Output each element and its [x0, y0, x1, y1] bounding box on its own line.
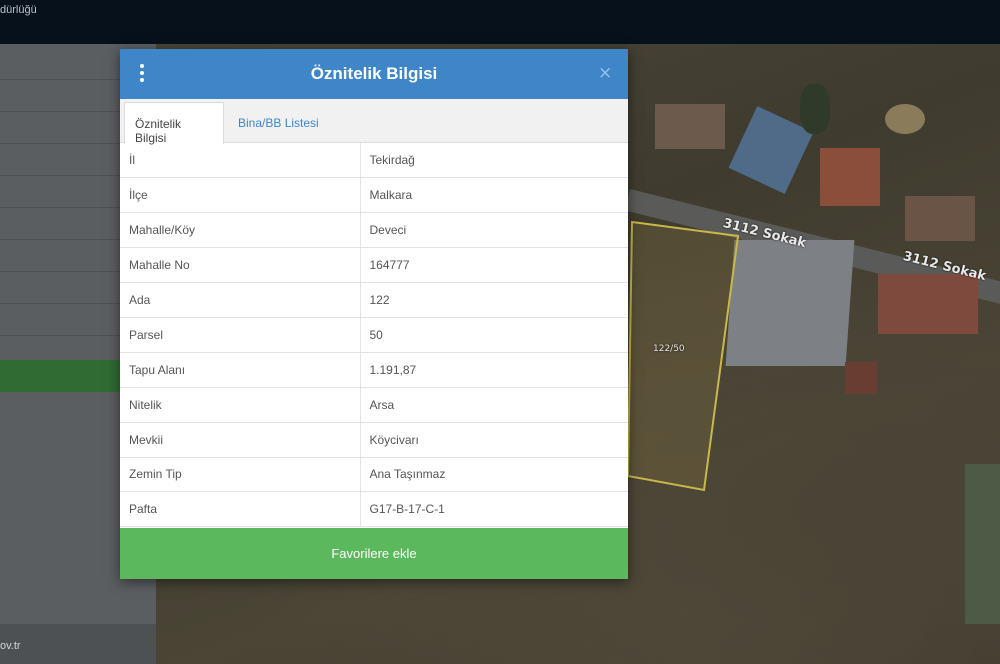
tab-building-list[interactable]: Bina/BB Listesi — [228, 102, 329, 144]
attribute-key: Zemin Tip — [120, 457, 361, 493]
table-row: İl Tekirdağ — [120, 143, 628, 179]
building — [878, 274, 978, 334]
attribute-info-dialog: Öznitelik Bilgisi × Öznitelik Bilgisi Bi… — [120, 49, 628, 579]
attribute-key: Ada — [120, 282, 361, 318]
attribute-key: Tapu Alanı — [120, 352, 361, 388]
attribute-value: Köycivarı — [360, 422, 628, 458]
attribute-key: Mahalle/Köy — [120, 212, 361, 249]
table-row: Parsel 50 — [120, 317, 628, 353]
footer-link[interactable]: ov.tr — [0, 640, 21, 652]
attribute-value: Deveci — [360, 212, 628, 249]
attribute-value: Tekirdağ — [360, 143, 628, 179]
attribute-value: 164777 — [360, 247, 628, 284]
attribute-value: Malkara — [360, 177, 628, 214]
table-row: Ada 122 — [120, 282, 628, 318]
app-title: dürlüğü — [0, 4, 37, 16]
attribute-value: Ana Taşınmaz — [360, 457, 628, 493]
table-row: Mahalle/Köy Deveci — [120, 212, 628, 249]
attribute-key: Parsel — [120, 317, 361, 353]
close-icon[interactable]: × — [598, 63, 612, 83]
top-bar: dürlüğü — [0, 0, 1000, 44]
dialog-title: Öznitelik Bilgisi — [310, 64, 438, 83]
building — [845, 362, 877, 394]
attribute-table: İl Tekirdağ İlçe Malkara Mahalle/Köy Deveci Ma… — [120, 143, 628, 528]
dialog-tabs: Öznitelik Bilgisi Bina/BB Listesi — [120, 99, 628, 145]
attribute-value: Arsa — [360, 387, 628, 423]
table-row: Mevkii Köycivarı — [120, 422, 628, 458]
parcel-outline[interactable] — [620, 214, 750, 494]
table-row: Mahalle No 164777 — [120, 247, 628, 284]
attribute-key: Mevkii — [120, 422, 361, 458]
attribute-key: İl — [120, 143, 361, 179]
building — [655, 104, 725, 149]
attribute-value: 122 — [360, 282, 628, 318]
attribute-key: Pafta — [120, 491, 361, 528]
building — [885, 104, 925, 134]
attribute-value: G17-B-17-C-1 — [360, 491, 628, 528]
table-row: Pafta G17-B-17-C-1 — [120, 491, 628, 528]
table-row: Tapu Alanı 1.191,87 — [120, 352, 628, 388]
dialog-header: Öznitelik Bilgisi × — [120, 49, 628, 99]
attribute-value: 50 — [360, 317, 628, 353]
tab-attribute-info[interactable]: Öznitelik Bilgisi — [124, 102, 224, 145]
field — [965, 464, 1000, 624]
attribute-value: 1.191,87 — [360, 352, 628, 388]
add-to-favorites-button[interactable]: Favorilere ekle — [120, 528, 628, 579]
building — [820, 148, 880, 206]
building — [905, 196, 975, 241]
attribute-key: Mahalle No — [120, 247, 361, 284]
tree — [800, 84, 830, 134]
table-row: Nitelik Arsa — [120, 387, 628, 423]
table-row: İlçe Malkara — [120, 177, 628, 214]
parcel-label: 122/50 — [653, 344, 685, 354]
attribute-key: İlçe — [120, 177, 361, 214]
attribute-key: Nitelik — [120, 387, 361, 423]
table-row: Zemin Tip Ana Taşınmaz — [120, 457, 628, 493]
panel-footer: ov.tr — [0, 624, 156, 664]
